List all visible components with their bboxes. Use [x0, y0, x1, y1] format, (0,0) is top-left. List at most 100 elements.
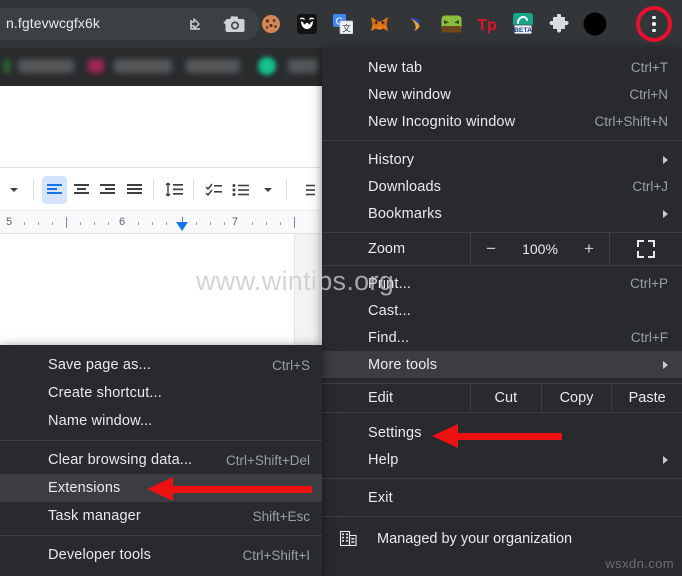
- submenu-item-task-manager[interactable]: Task manager Shift+Esc: [0, 502, 322, 530]
- menu-item-label: Settings: [368, 424, 422, 441]
- menu-item-label: Create shortcut...: [48, 385, 162, 401]
- menu-item-shortcut: Ctrl+Shift+Del: [225, 452, 310, 468]
- menu-item-new-tab[interactable]: New tab Ctrl+T: [322, 54, 682, 81]
- chrome-menu-button[interactable]: [636, 6, 672, 42]
- toolbar-divider: [286, 179, 288, 200]
- menu-divider: [0, 535, 322, 536]
- menu-item-bookmarks[interactable]: Bookmarks: [322, 200, 682, 227]
- menu-item-label: Name window...: [48, 413, 153, 429]
- menu-item-help[interactable]: Help: [322, 446, 682, 473]
- annotation-arrow-settings: [432, 424, 562, 449]
- edit-label: Edit: [368, 390, 393, 406]
- menu-item-label: Cast...: [368, 302, 411, 319]
- paste-label: Paste: [628, 390, 666, 406]
- document-format-toolbar: [0, 169, 320, 211]
- align-right-button[interactable]: [95, 176, 120, 204]
- submenu-item-name-window[interactable]: Name window...: [0, 407, 322, 435]
- camera-extension-icon[interactable]: [222, 10, 248, 38]
- chevron-right-icon: [663, 155, 668, 164]
- google-translate-extension-icon[interactable]: G 文: [330, 10, 356, 38]
- chevron-right-icon: [663, 360, 668, 369]
- menu-item-shortcut: Ctrl+P: [630, 276, 668, 291]
- copy-button[interactable]: Copy: [540, 384, 612, 412]
- bulleted-list-button[interactable]: [229, 176, 254, 204]
- menu-item-cast[interactable]: Cast...: [322, 297, 682, 324]
- ruler-mark: 6: [119, 216, 126, 228]
- align-left-button[interactable]: [41, 175, 67, 204]
- menu-item-label: New Incognito window: [368, 113, 516, 130]
- cookie-extension-icon[interactable]: [258, 10, 284, 38]
- align-justify-button[interactable]: [122, 176, 147, 204]
- menu-divider: [0, 440, 322, 441]
- fullscreen-icon[interactable]: [610, 233, 682, 265]
- menu-divider: [322, 140, 682, 141]
- menu-row-edit: Edit Cut Copy Paste: [322, 383, 682, 413]
- extensions-puzzle-icon[interactable]: [546, 10, 572, 38]
- menu-item-downloads[interactable]: Downloads Ctrl+J: [322, 173, 682, 200]
- menu-item-new-incognito-window[interactable]: New Incognito window Ctrl+Shift+N: [322, 108, 682, 135]
- menu-item-managed-by-organization[interactable]: Managed by your organization: [322, 522, 682, 556]
- address-bar[interactable]: n.fgtevwcgfx6k: [0, 8, 260, 40]
- menu-item-label: Find...: [368, 329, 410, 346]
- phantom-wallet-extension-icon[interactable]: [402, 10, 428, 38]
- owl-extension-icon[interactable]: [294, 10, 320, 38]
- tp-wallet-extension-icon[interactable]: Tp: [474, 10, 500, 38]
- zoom-label-cell: Zoom: [322, 233, 470, 265]
- zoom-in-button[interactable]: +: [580, 239, 598, 259]
- align-center-button[interactable]: [69, 176, 94, 204]
- menu-item-shortcut: Ctrl+F: [630, 330, 668, 345]
- menu-item-shortcut: Ctrl+Shift+N: [594, 114, 668, 129]
- green-mask-extension-icon[interactable]: [438, 10, 464, 38]
- chevron-right-icon: [663, 209, 668, 218]
- menu-item-exit[interactable]: Exit: [322, 484, 682, 511]
- beta-extension-icon[interactable]: BETA: [510, 10, 536, 38]
- zoom-out-button[interactable]: −: [482, 239, 500, 259]
- menu-item-label: Exit: [368, 489, 393, 506]
- menu-item-label: Help: [368, 451, 399, 468]
- menu-item-shortcut: Ctrl+T: [630, 60, 668, 75]
- share-icon[interactable]: [186, 14, 206, 34]
- copy-label: Copy: [559, 390, 594, 406]
- menu-item-label: Clear browsing data...: [48, 452, 193, 468]
- cut-button[interactable]: Cut: [470, 384, 541, 412]
- menu-item-more-tools[interactable]: More tools: [322, 351, 682, 378]
- cut-label: Cut: [494, 390, 518, 406]
- svg-text:文: 文: [342, 23, 351, 34]
- profile-avatar-icon[interactable]: [582, 10, 608, 38]
- screenshot-root: 5 6 7 n.fgtevwcgfx6k G 文 Tp BETA New tab…: [0, 0, 682, 576]
- menu-item-label: More tools: [368, 356, 438, 373]
- menu-item-find[interactable]: Find... Ctrl+F: [322, 324, 682, 351]
- menu-divider: [322, 516, 682, 517]
- menu-item-print[interactable]: Print... Ctrl+P: [322, 270, 682, 297]
- style-dropdown[interactable]: [2, 176, 27, 204]
- bulleted-list-dropdown[interactable]: [255, 176, 280, 204]
- submenu-item-developer-tools[interactable]: Developer tools Ctrl+Shift+I: [0, 541, 322, 569]
- menu-item-label: Task manager: [48, 508, 141, 524]
- watermark-corner: wsxdn.com: [605, 556, 674, 571]
- submenu-item-create-shortcut[interactable]: Create shortcut...: [0, 379, 322, 407]
- menu-item-shortcut: Ctrl+J: [632, 179, 668, 194]
- metamask-fox-extension-icon[interactable]: [366, 10, 392, 38]
- line-spacing-button[interactable]: [162, 176, 187, 204]
- submenu-item-save-page-as[interactable]: Save page as... Ctrl+S: [0, 351, 322, 379]
- menu-item-shortcut: Ctrl+Shift+I: [242, 547, 310, 563]
- paste-button[interactable]: Paste: [611, 384, 682, 412]
- menu-item-history[interactable]: History: [322, 146, 682, 173]
- submenu-item-clear-browsing-data[interactable]: Clear browsing data... Ctrl+Shift+Del: [0, 446, 322, 474]
- ruler-mark: 7: [232, 216, 239, 228]
- menu-item-label: Save page as...: [48, 357, 152, 373]
- svg-text:Tp: Tp: [477, 17, 497, 34]
- indent-marker[interactable]: [176, 222, 188, 231]
- svg-text:BETA: BETA: [514, 27, 532, 34]
- zoom-label: Zoom: [368, 241, 406, 257]
- more-tools-submenu: Save page as... Ctrl+S Create shortcut..…: [0, 345, 322, 576]
- menu-item-shortcut: Shift+Esc: [252, 508, 310, 524]
- document-ruler[interactable]: 5 6 7: [0, 212, 320, 234]
- menu-item-label: New tab: [368, 59, 423, 76]
- checklist-button[interactable]: [202, 176, 227, 204]
- numbered-list-button[interactable]: [295, 176, 320, 204]
- menu-item-new-window[interactable]: New window Ctrl+N: [322, 81, 682, 108]
- extensions-toolbar: G 文 Tp BETA: [222, 10, 618, 38]
- chevron-right-icon: [663, 455, 668, 464]
- ruler-mark: 5: [6, 216, 13, 228]
